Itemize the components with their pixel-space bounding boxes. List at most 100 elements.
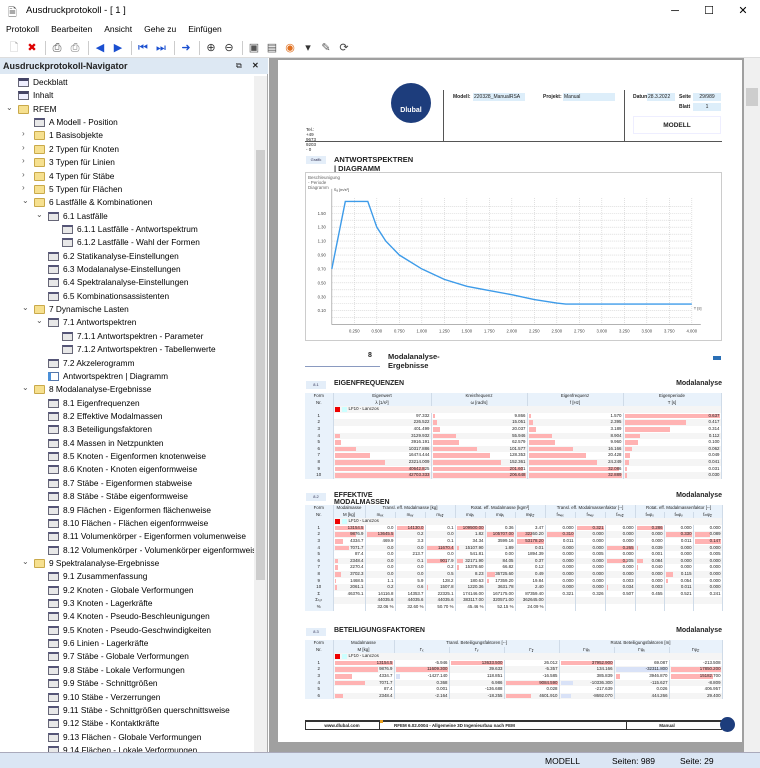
column-group-header: Rotat. Beteiligungsfaktoren [m]	[559, 640, 723, 647]
table-cell: 0.089	[693, 531, 723, 538]
table-cell: 0.1	[425, 537, 456, 545]
value-bar	[456, 558, 464, 564]
x-tick-label: 3.250	[619, 329, 630, 334]
cell-value: 0.000	[592, 564, 604, 570]
cell-value: 10317.886	[408, 445, 430, 451]
column-header: λ [1/s²]	[333, 399, 432, 407]
table-header-row: Form Eigenwert Kreisfrequenz Eigenfrequenz E…	[305, 393, 722, 400]
table-cell: 0.000	[693, 557, 723, 565]
value-bar	[624, 426, 671, 432]
cell-value: 4	[317, 544, 320, 550]
cell-value: 0.028	[546, 686, 558, 692]
column-header: mφ𝓏	[515, 511, 546, 519]
table-cell: 9876.9	[333, 666, 395, 673]
cell-value: 0.034	[622, 584, 634, 590]
cell-value: 44035.6	[437, 597, 454, 603]
column-header: Γᵧ	[449, 646, 505, 654]
table-cell: 0.000	[545, 570, 576, 578]
x-tick-label: 3.500	[642, 329, 653, 334]
cell-value: 0.0	[447, 531, 454, 537]
cell-value: 7	[317, 452, 320, 458]
table-cell: 0.2	[395, 531, 426, 538]
column-header: mₑ𝓏	[425, 511, 456, 519]
table-cell: 53178.20	[515, 537, 546, 545]
cell-value: -10336.300	[590, 679, 613, 685]
cell-value: 0.005	[592, 551, 604, 557]
cell-value: 13645.5	[377, 531, 394, 537]
table-cell: 0.000	[664, 557, 694, 565]
table-cell: 406.957	[669, 686, 723, 693]
column-header: Nr.	[305, 511, 334, 519]
table-cell: 0.321	[575, 524, 606, 532]
table-cell: 0.115	[664, 570, 694, 578]
column-header: Γφ𝓏	[669, 646, 723, 654]
table-cell: 22325.1	[425, 590, 456, 598]
column-header: f [Hz]	[527, 399, 624, 407]
value-bar	[560, 680, 574, 686]
table-row: Σ 46376.1 14116.8 14353.7 22325.1 174146.00 16…	[305, 590, 723, 598]
cell-value: 0.0	[387, 524, 394, 530]
table-cell: 29.400	[669, 692, 723, 700]
table-cell	[693, 597, 723, 604]
value-bar	[624, 459, 629, 465]
cell-value: 37952.900	[591, 659, 613, 665]
value-bar	[624, 420, 686, 425]
table-cell: 180.63	[455, 577, 486, 585]
table-cell: 0.0	[395, 544, 426, 552]
cell-value: 0.011	[680, 537, 692, 543]
cell-value: 3.47	[535, 524, 544, 530]
value-bar	[334, 585, 338, 590]
column-header: fₘₑ𝓏	[605, 511, 636, 519]
cell-value: 0.062	[708, 445, 720, 451]
cell-value: 26.012	[544, 659, 558, 665]
table-cell: 0.000	[575, 577, 606, 585]
cell-value: 0.000	[592, 544, 604, 550]
load-case-label: LF10 - Lanczos	[348, 406, 379, 412]
table-cell: -8692.070	[559, 692, 615, 700]
value-bar	[426, 585, 429, 590]
cell-value: 16474.444	[408, 452, 430, 458]
table-cell: 0.49	[515, 570, 546, 578]
cell-value: 0.637	[708, 412, 720, 418]
cell-value: 1.570	[610, 412, 622, 418]
cell-value: 0.330	[680, 531, 692, 537]
table-cell: 87.4	[333, 686, 395, 693]
load-case-cell: LF10 - Lanczos	[333, 406, 722, 413]
value-bar	[456, 565, 459, 570]
column-group-header: Kreisfrequenz	[431, 393, 528, 400]
value-bar	[624, 473, 628, 478]
value-bar	[334, 578, 336, 584]
cell-value: 0.000	[592, 537, 604, 543]
table-cell: 0.011	[664, 537, 694, 545]
table-cell: 1	[305, 659, 334, 667]
cell-value: 109500.00	[462, 524, 484, 530]
table-badge: 8.1	[306, 381, 326, 389]
cell-value: 9	[317, 465, 320, 471]
cell-value: 0.026	[656, 686, 668, 692]
cell-value: 406.957	[704, 686, 721, 692]
color-swatch-icon	[334, 653, 340, 659]
cell-value: 0.000	[592, 584, 604, 590]
value-bar	[334, 680, 365, 686]
cell-value: 2	[317, 419, 320, 425]
cell-value: 0.321	[592, 524, 604, 530]
value-bar	[334, 667, 378, 672]
chapter-title: Modalanalyse-Ergebnisse	[388, 352, 440, 370]
cell-value: 383117.00	[463, 597, 484, 603]
value-bar	[624, 453, 630, 458]
column-header: fₘₑᵧ	[575, 511, 606, 519]
cell-value: 0.000	[651, 577, 663, 583]
cell-value: 1	[317, 524, 320, 530]
cell-value: 167175.00	[492, 590, 514, 596]
table-cell: 7	[305, 564, 334, 571]
cell-value: 14353.7	[407, 590, 424, 596]
cell-value: 97.332	[416, 412, 430, 418]
cell-value: 134.166	[596, 666, 613, 672]
cell-value: 32.60 %	[407, 603, 424, 609]
table-row: 9 1468.5 1.1 5.9 128.2 180.63 17359.20 19.84 0.0…	[305, 577, 723, 585]
table-cell: 0.241	[693, 590, 723, 598]
column-header: Nr.	[305, 399, 334, 407]
table-row: 6 2348.4 -2.164 -18.255 4601.910 -8692.070 444…	[305, 692, 723, 700]
footer-web: www.dlubal.com	[324, 723, 360, 728]
table-cell: 4334.7	[333, 672, 395, 680]
